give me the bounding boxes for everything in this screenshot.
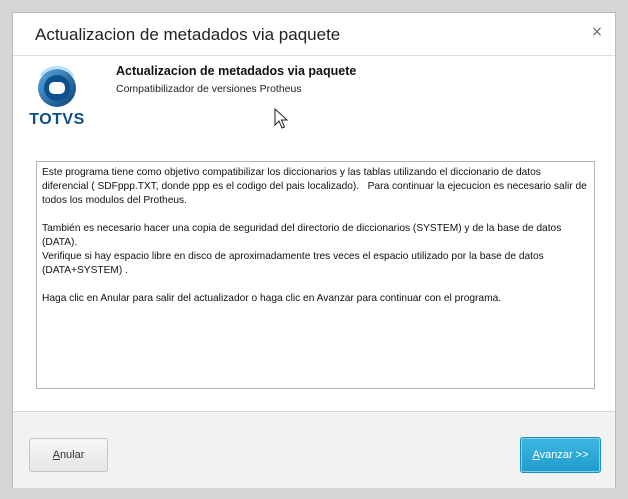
screen-frame: Actualizacion de metadados via paquete × bbox=[0, 0, 628, 499]
wizard-footer: Anular Avanzar >> bbox=[13, 411, 615, 488]
description-textarea[interactable]: Este programa tiene como objetivo compat… bbox=[36, 161, 595, 389]
window-title: Actualizacion de metadados via paquete bbox=[35, 25, 341, 44]
mouse-pointer-icon bbox=[274, 108, 288, 129]
wizard-header: TOTVS Actualizacion de metadados via paq… bbox=[13, 56, 615, 134]
title-bar: Actualizacion de metadados via paquete × bbox=[13, 13, 615, 56]
logo-mark bbox=[38, 65, 76, 107]
app-title: Actualizacion de metadados via paquete bbox=[116, 64, 357, 78]
app-subtitle: Compatibilizador de versiones Protheus bbox=[116, 83, 302, 95]
next-button[interactable]: Avanzar >> bbox=[520, 437, 601, 473]
description-paragraph-1: Este programa tiene como objetivo compat… bbox=[42, 167, 590, 206]
description-paragraph-2: También es necesario hacer una copia de … bbox=[42, 223, 565, 248]
close-icon[interactable]: × bbox=[587, 22, 607, 42]
description-paragraph-4: Haga clic en Anular para salir del actua… bbox=[42, 293, 502, 304]
totvs-logo-icon: TOTVS bbox=[27, 65, 87, 128]
logo-text: TOTVS bbox=[29, 111, 85, 128]
description-paragraph-3: Verifique si hay espacio libre en disco … bbox=[42, 251, 547, 276]
cancel-button[interactable]: Anular bbox=[29, 438, 108, 472]
wizard-dialog: Actualizacion de metadados via paquete × bbox=[12, 12, 616, 488]
